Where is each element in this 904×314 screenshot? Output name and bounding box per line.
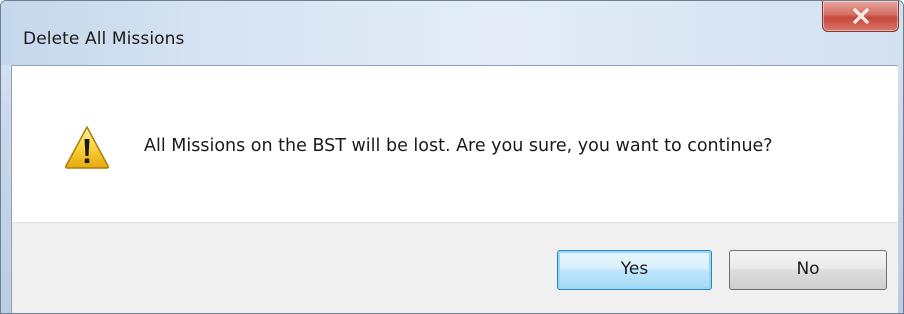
message-area: All Missions on the BST will be lost. Ar… bbox=[12, 66, 898, 222]
close-icon bbox=[853, 8, 869, 24]
title-bar[interactable]: Delete All Missions bbox=[1, 1, 903, 65]
warning-icon bbox=[64, 126, 110, 169]
dialog-message: All Missions on the BST will be lost. Ar… bbox=[144, 136, 773, 156]
dialog-title: Delete All Missions bbox=[23, 29, 185, 49]
dialog-window: Delete All Missions All Missions on the … bbox=[0, 0, 904, 314]
yes-button[interactable]: Yes bbox=[557, 250, 712, 290]
no-button[interactable]: No bbox=[729, 250, 887, 290]
dialog-client-area: All Missions on the BST will be lost. Ar… bbox=[11, 65, 898, 313]
button-bar: Yes No bbox=[12, 222, 898, 313]
close-button[interactable] bbox=[822, 1, 899, 32]
